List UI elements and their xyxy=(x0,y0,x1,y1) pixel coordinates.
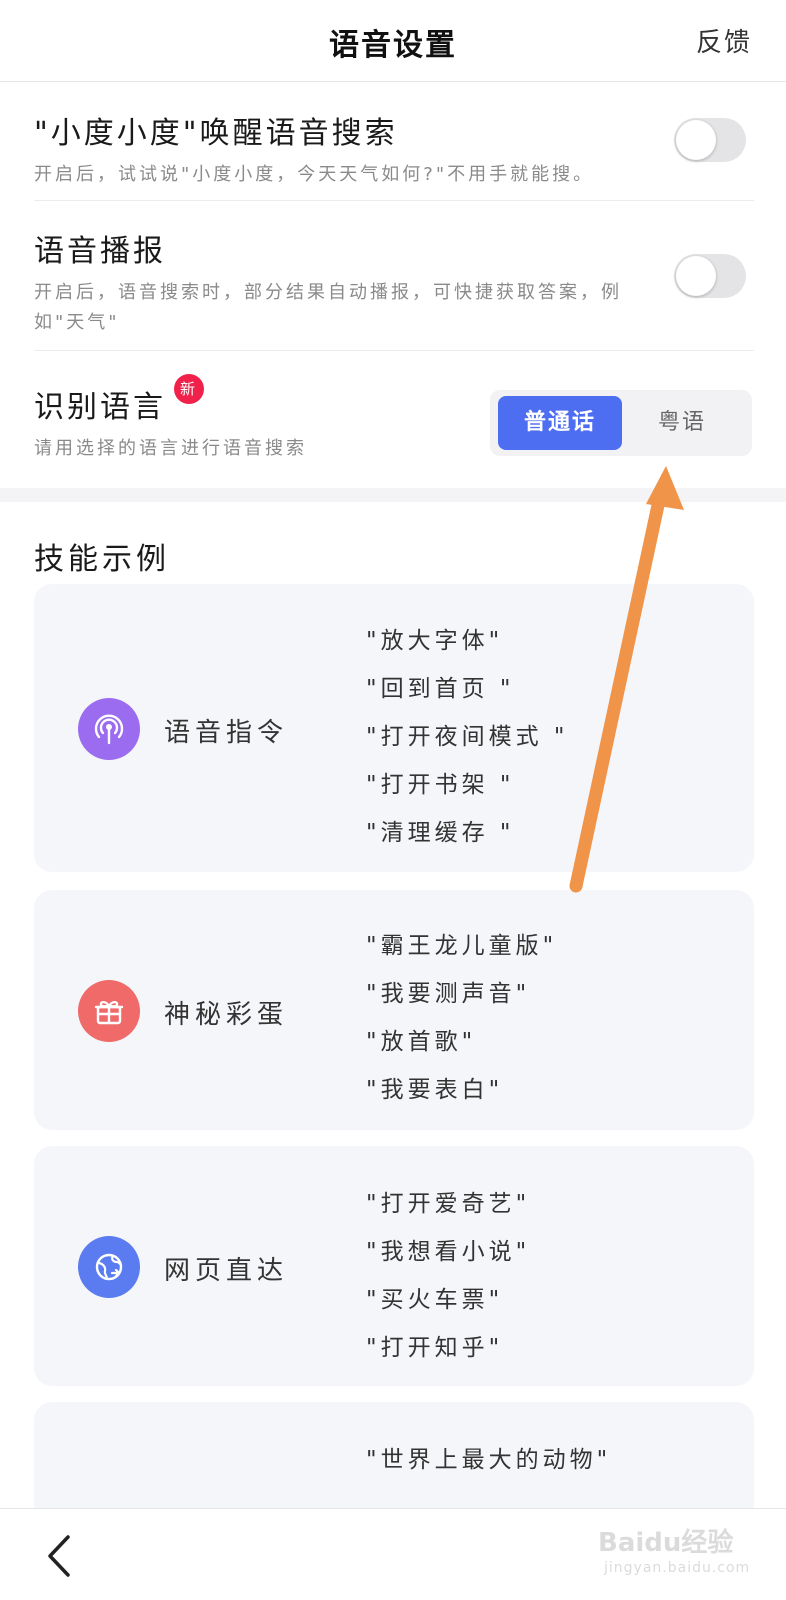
language-segmented-control: 普通话 粤语 xyxy=(490,390,752,456)
divider xyxy=(34,200,754,201)
example-item[interactable]: "打开知乎" xyxy=(366,1324,530,1372)
voice-broadcast-desc: 开启后，语音搜索时，部分结果自动播报，可快捷获取答案，例 如"天气" xyxy=(34,282,622,333)
chevron-left-icon xyxy=(48,1535,70,1577)
header: 语音设置 反馈 xyxy=(0,0,786,82)
broadcast-icon xyxy=(78,698,140,760)
watermark: Baidu经验 jingyan.baidu.com xyxy=(598,1520,758,1590)
skill-name: 语音指令 xyxy=(164,718,289,748)
page-title: 语音设置 xyxy=(329,28,457,63)
example-item[interactable]: "我要表白" xyxy=(366,1066,557,1114)
feedback-button[interactable]: 反馈 xyxy=(696,22,752,59)
voice-broadcast-setting: 语音播报 开启后，语音搜索时，部分结果自动播报，可快捷获取答案，例 如"天气" xyxy=(34,226,754,338)
toggle-knob xyxy=(676,256,716,296)
gift-icon xyxy=(78,980,140,1042)
voice-broadcast-title: 语音播报 xyxy=(34,234,166,269)
example-item[interactable]: "放大字体" xyxy=(366,617,568,665)
globe-icon xyxy=(78,1236,140,1298)
toggle-knob xyxy=(676,120,716,160)
skill-name: 网页直达 xyxy=(164,1256,289,1286)
divider xyxy=(34,350,754,351)
skill-card-easter-egg[interactable]: 神秘彩蛋 "霸王龙儿童版" "我要测声音" "放首歌" "我要表白" xyxy=(34,890,754,1130)
new-badge: 新 xyxy=(174,374,204,404)
skill-examples: "世界上最大的动物" xyxy=(366,1436,611,1484)
example-item[interactable]: "我要测声音" xyxy=(366,970,557,1018)
back-button[interactable] xyxy=(40,1531,80,1581)
example-item[interactable]: "打开爱奇艺" xyxy=(366,1180,530,1228)
example-item[interactable]: "打开书架 " xyxy=(366,761,568,809)
example-item[interactable]: "放首歌" xyxy=(366,1018,557,1066)
example-item[interactable]: "清理缓存 " xyxy=(366,809,568,857)
language-option-mandarin[interactable]: 普通话 xyxy=(498,396,622,450)
watermark-logo: Baidu经验 xyxy=(598,1528,734,1558)
watermark-url: jingyan.baidu.com xyxy=(604,1560,751,1576)
skill-examples: "霸王龙儿童版" "我要测声音" "放首歌" "我要表白" xyxy=(366,922,557,1114)
skill-examples: "放大字体" "回到首页 " "打开夜间模式 " "打开书架 " "清理缓存 " xyxy=(366,617,568,857)
wake-voice-title: "小度小度"唤醒语音搜索 xyxy=(34,116,398,151)
skill-examples: "打开爱奇艺" "我想看小说" "买火车票" "打开知乎" xyxy=(366,1180,530,1372)
wake-voice-setting: "小度小度"唤醒语音搜索 开启后，试试说"小度小度，今天天气如何?"不用手就能搜… xyxy=(34,108,754,190)
skill-card-voice-command[interactable]: 语音指令 "放大字体" "回到首页 " "打开夜间模式 " "打开书架 " "清… xyxy=(34,584,754,872)
example-item[interactable]: "回到首页 " xyxy=(366,665,568,713)
voice-broadcast-toggle[interactable] xyxy=(674,254,746,298)
section-separator xyxy=(0,488,786,502)
skill-card-web-direct[interactable]: 网页直达 "打开爱奇艺" "我想看小说" "买火车票" "打开知乎" xyxy=(34,1146,754,1386)
skills-section-title: 技能示例 xyxy=(34,542,170,577)
example-item[interactable]: "世界上最大的动物" xyxy=(366,1436,611,1484)
example-item[interactable]: "买火车票" xyxy=(366,1276,530,1324)
example-item[interactable]: "打开夜间模式 " xyxy=(366,713,568,761)
language-option-cantonese[interactable]: 粤语 xyxy=(620,396,744,450)
example-item[interactable]: "我想看小说" xyxy=(366,1228,530,1276)
wake-voice-toggle[interactable] xyxy=(674,118,746,162)
example-item[interactable]: "霸王龙儿童版" xyxy=(366,922,557,970)
skill-name: 神秘彩蛋 xyxy=(164,1000,289,1030)
wake-voice-desc: 开启后，试试说"小度小度，今天天气如何?"不用手就能搜。 xyxy=(34,164,595,185)
